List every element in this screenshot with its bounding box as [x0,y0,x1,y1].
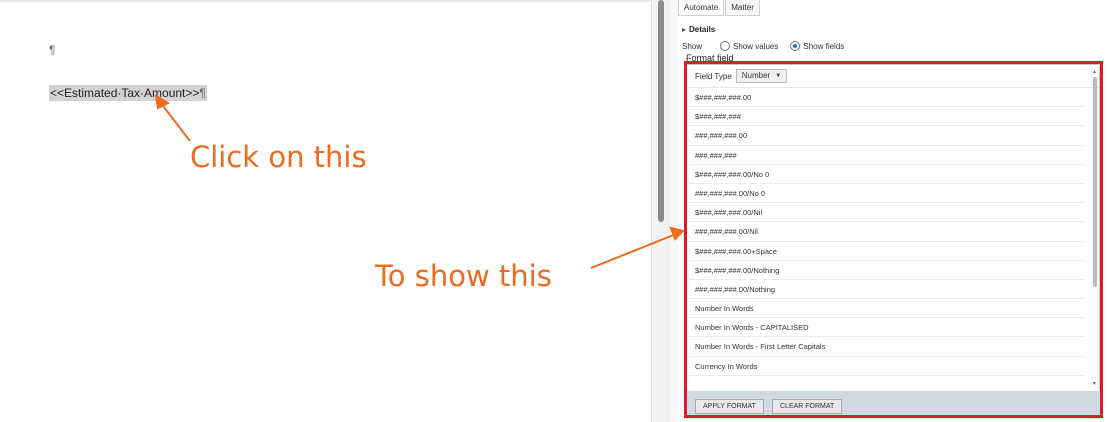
arrow-to-format-box [590,233,677,269]
arrow-to-merge-field [159,101,191,142]
annotation-arrows [154,94,685,269]
arrowhead-icon [154,94,171,110]
arrowhead-icon [669,226,685,241]
